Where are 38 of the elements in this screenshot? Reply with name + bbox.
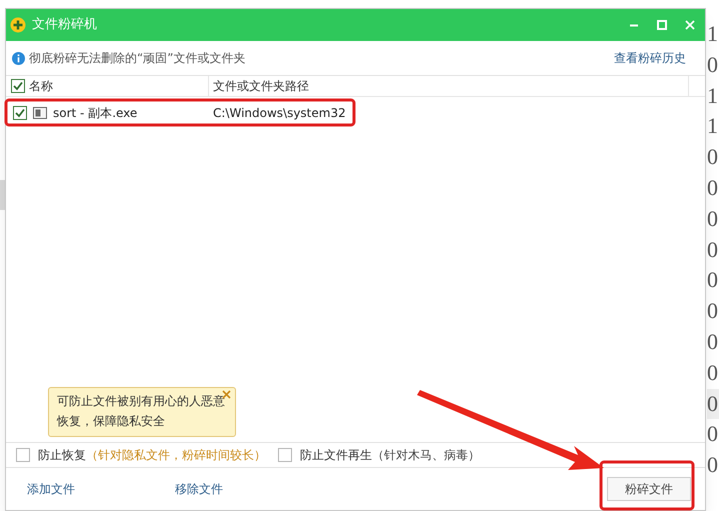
date-cell-text: 0 xyxy=(707,236,719,264)
panel-edge xyxy=(0,180,5,210)
date-cell-text: 0 xyxy=(707,420,719,448)
column-header: 文件或文件夹路径 xyxy=(213,78,309,95)
exe-file-icon xyxy=(33,106,47,118)
date-cell: 0 xyxy=(707,388,719,420)
date-cell-text: 1 xyxy=(707,82,719,110)
window-title: 文件粉碎机 xyxy=(32,16,97,34)
action-link[interactable]: 移除文件 xyxy=(175,480,223,498)
date-cell-text: 0 xyxy=(707,174,719,202)
date-cell-text: 0 xyxy=(707,358,719,387)
info-text: 彻底粉碎无法删除的“顽固”文件或文件夹 xyxy=(29,50,246,67)
file-row[interactable]: sort - 副本.exe C:\Windows\system32 xyxy=(6,100,705,125)
checkbox[interactable] xyxy=(13,106,27,120)
checkbox[interactable] xyxy=(16,448,30,462)
column-header: 名称 xyxy=(29,78,53,95)
date-cell-text: 0 xyxy=(707,50,719,79)
tooltip-text: 可防止文件被别有用心的人恶意恢复，保障隐私安全 xyxy=(57,393,226,430)
date-cell-text: 0 xyxy=(707,266,719,294)
action-link[interactable]: 添加文件 xyxy=(27,480,175,498)
checkbox[interactable] xyxy=(11,79,25,93)
maximize-icon[interactable] xyxy=(657,20,667,30)
file-name: sort - 副本.exe xyxy=(53,104,138,122)
app-logo-icon xyxy=(10,17,26,33)
date-cell-text: 0 xyxy=(707,451,719,480)
info-icon xyxy=(12,52,25,64)
date-cell-text: 0 xyxy=(707,328,719,356)
date-cell-text: 0 xyxy=(707,297,719,326)
option-label[interactable]: 防止文件再生（针对木马、病毒） xyxy=(300,446,480,464)
history-link[interactable]: 查看粉碎历史 xyxy=(614,49,686,67)
checkbox[interactable] xyxy=(278,448,292,462)
date-cell-text: 1 xyxy=(707,20,719,48)
date-cell-text: 0 xyxy=(707,204,719,233)
date-cell-text: 0 xyxy=(707,143,719,172)
file-path: C:\Windows\system32 xyxy=(212,104,346,122)
shred-button[interactable]: 粉碎文件 xyxy=(607,477,691,501)
date-cell-text: 1 xyxy=(707,112,719,140)
option-label[interactable]: 防止恢复（针对隐私文件，粉碎时间较长） xyxy=(38,446,266,464)
